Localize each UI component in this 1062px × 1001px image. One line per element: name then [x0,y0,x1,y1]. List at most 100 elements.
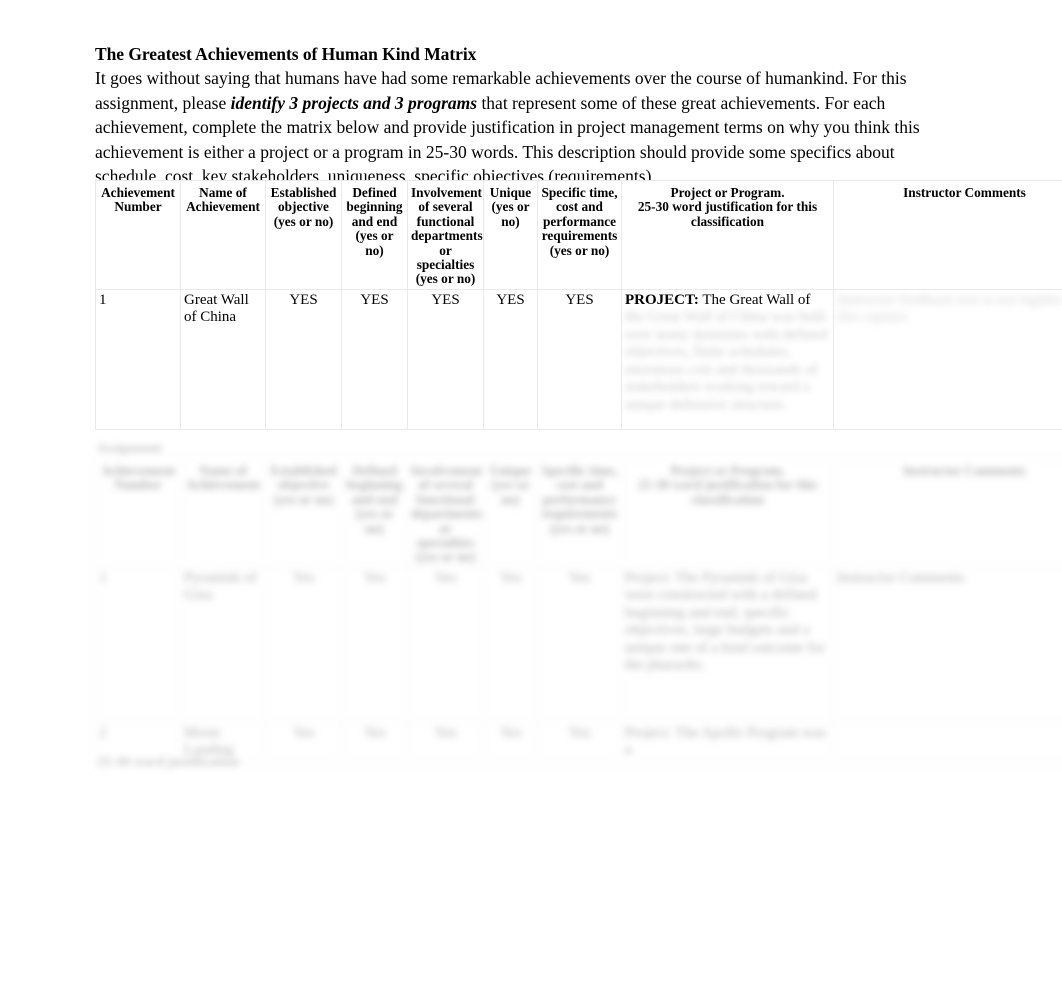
cell-name-of-achievement: Great Wall of China [180,288,266,430]
achievement-matrix-table: Achievement Number Name of Achievement E… [95,180,1062,430]
cell-involvement-departments: YES [407,288,484,430]
hdr-line: functional [416,213,475,229]
hdr-line: (yes or [355,228,394,244]
hdr-line: no) [501,213,520,229]
hdr-line: no) [365,520,384,536]
justification-lead: PROJECT: [625,291,699,308]
hdr-line: 25-30 word justification for this [637,199,818,215]
hdr-line: cost and [556,477,603,493]
hdr-line: functional [416,491,475,507]
faded-note-label: Assignment [97,440,163,455]
hdr-line: or specialties [416,242,475,273]
cell-project-or-program: PROJECT: The Great Wall of the Great Wal… [621,288,834,430]
document-page: The Greatest Achievements of Human Kind … [0,0,1062,1001]
hdr-line: Defined [352,463,397,478]
faded-table-header-row: Achievement Number Name of Achievement E… [95,458,1062,568]
faded-duplicate-table-region: Assignment Achievement Number Name of Ac… [95,440,1062,763]
cell-established-objective: YES [265,288,342,430]
faded-cell-defined-beginning-end: Yes [341,566,408,723]
faded-cell-involvement-departments: Yes [407,566,484,723]
hdr-line: Unique [489,185,532,200]
cell-specific-time-cost: YES [537,288,622,430]
hdr-line: departments [411,228,483,244]
faded-cell-unique: Yes [483,566,538,723]
faded-table-row: 2 Moon Landing Yes Yes Yes Yes Yes Proje… [95,721,1062,763]
instructor-comments-obscured-text: Instructor feedback text is not legible … [837,291,1062,326]
hdr-line: Achievement [186,477,260,493]
hdr-line: Achievement [186,199,260,215]
hdr-line: classification [690,213,765,229]
faded-column-header-defined-beginning-end: Defined beginning and end (yes or no) [341,458,408,568]
faded-cell-project-or-program: Project: The Pyramids of Giza were const… [621,566,834,723]
hdr-line: departments [411,506,483,522]
hdr-line: performance [542,491,617,507]
hdr-line: Specific time, [541,463,618,478]
hdr-line: Name of [199,463,247,478]
hdr-line: Name of [199,185,247,200]
hdr-line: objective [278,477,329,493]
hdr-line: (yes or no) [549,520,610,536]
faded-achievement-matrix-table: Achievement Number Name of Achievement E… [95,458,1062,763]
faded-column-header-involvement-departments: Involvement of several functional depart… [407,458,484,568]
hdr-line: and end [351,491,398,507]
intro-emphasis: identify 3 projects and 3 programs [230,92,478,113]
hdr-line: (yes or [491,477,530,493]
hdr-line: cost and [556,199,603,215]
hdr-line: of several [418,477,473,493]
table-row: 1 Great Wall of China YES YES YES YES YE… [95,288,1062,430]
hdr-line: (yes or no) [415,549,476,565]
hdr-line: Project or Program. [670,463,785,478]
column-header-established-objective: Established objective (yes or no) [265,180,342,290]
faded-cell-specific-time-cost: Yes [537,566,622,723]
hdr-line: and end [351,213,398,229]
column-header-involvement-departments: Involvement of several functional depart… [407,180,484,290]
cell-unique: YES [483,288,538,430]
column-header-unique: Unique (yes or no) [483,180,538,290]
faded-cell-unique: Yes [483,721,538,763]
hdr-line: Established [270,463,337,478]
hdr-line: Achievement [101,463,175,478]
cell-instructor-comments: Instructor feedback text is not legible … [833,288,1062,430]
hdr-line: (yes or no) [273,213,334,229]
hdr-line: (yes or no) [415,271,476,287]
hdr-line: Number [114,199,162,215]
hdr-line: (yes or [491,199,530,215]
hdr-line: no) [365,242,384,258]
faded-cell-instructor-comments [833,721,1062,763]
column-header-achievement-number: Achievement Number [95,180,181,290]
table-header-row: Achievement Number Name of Achievement E… [95,180,1062,290]
hdr-line: Number [114,477,162,493]
faded-cell-established-objective: Yes [265,566,342,723]
hdr-line: Unique [489,463,532,478]
faded-column-header-achievement-number: Achievement Number [95,458,181,568]
hdr-line: beginning [346,199,403,215]
hdr-line: (yes or no) [273,491,334,507]
faded-column-header-unique: Unique (yes or no) [483,458,538,568]
hdr-line: Instructor Comments [903,463,1026,478]
column-header-instructor-comments: Instructor Comments [833,180,1062,290]
faded-cell-name-of-achievement: Pyramids of Giza [180,566,266,723]
hdr-line: requirements [541,228,618,244]
faded-cell-project-or-program: Project: The Apollo Program was a [621,721,834,763]
hdr-line: or specialties [416,520,475,551]
hdr-line: Involvement [411,185,482,200]
faded-cell-involvement-departments: Yes [407,721,484,763]
cell-achievement-number: 1 [95,288,181,430]
hdr-line: beginning [346,477,403,493]
faded-footer-text: 25-30 word justification [97,755,240,770]
hdr-line: Defined [352,185,397,200]
hdr-line: classification [690,491,765,507]
faded-column-header-established-objective: Established objective (yes or no) [265,458,342,568]
hdr-line: Involvement [411,463,482,478]
faded-table-row: 1 Pyramids of Giza Yes Yes Yes Yes Yes P… [95,566,1062,723]
justification-visible-text: The Great Wall of [702,291,811,308]
column-header-defined-beginning-end: Defined beginning and end (yes or no) [341,180,408,290]
faded-cell-specific-time-cost: Yes [537,721,622,763]
faded-cell-achievement-number: 1 [95,566,181,723]
justification-obscured-text: the Great Wall of China was built over m… [625,309,828,413]
faded-column-header-project-or-program: Project or Program. 25-30 word justifica… [621,458,834,568]
hdr-line: (yes or no) [549,242,610,258]
hdr-line: 25-30 word justification for this [637,477,818,493]
page-title: The Greatest Achievements of Human Kind … [95,44,477,64]
hdr-line: Specific time, [541,185,618,200]
